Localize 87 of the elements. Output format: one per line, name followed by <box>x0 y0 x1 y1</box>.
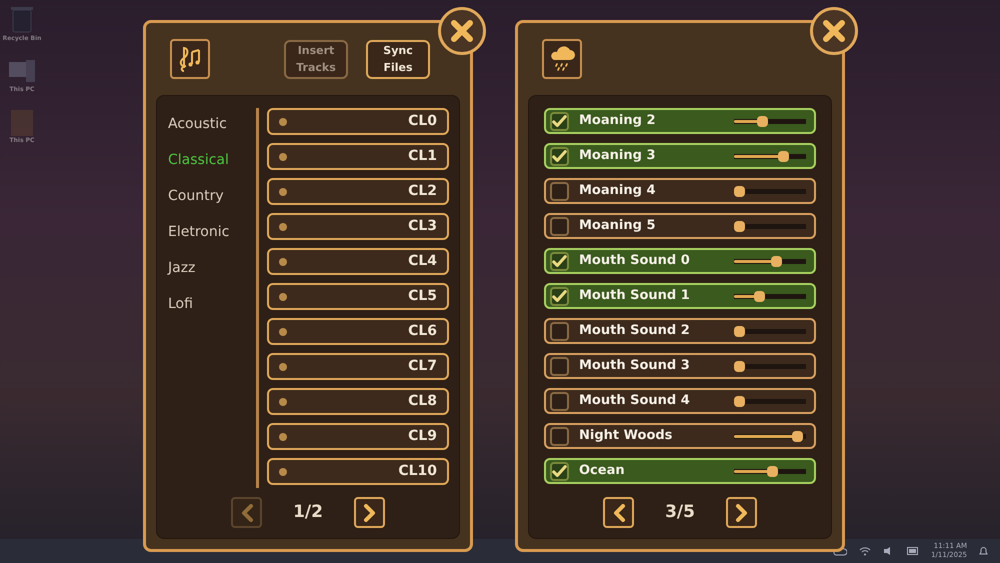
rain-cloud-icon <box>548 46 576 72</box>
category-item[interactable]: Lofi <box>167 294 256 315</box>
dot-icon <box>279 222 287 230</box>
track-row[interactable]: CL4 <box>267 248 449 275</box>
previous-page-button[interactable] <box>603 497 634 528</box>
dot-icon <box>279 188 287 196</box>
slider-thumb[interactable] <box>734 396 745 406</box>
category-item[interactable]: Classical <box>167 150 256 171</box>
checkmark-icon <box>552 288 567 304</box>
sound-name: Mouth Sound 2 <box>579 322 691 340</box>
slider-thumb[interactable] <box>734 220 745 232</box>
dot-icon <box>279 362 287 370</box>
page-indicator: 3/5 <box>664 500 696 524</box>
chevron-left-icon <box>240 504 254 522</box>
dot-icon <box>279 328 287 336</box>
notification-bell-icon <box>979 546 988 556</box>
dot-icon <box>279 468 287 476</box>
checkbox[interactable] <box>550 322 569 340</box>
checkbox[interactable] <box>550 112 569 130</box>
sound-name: Moaning 2 <box>579 112 656 130</box>
next-page-button[interactable] <box>726 497 757 528</box>
slider-thumb[interactable] <box>792 430 803 442</box>
close-button[interactable] <box>810 7 858 55</box>
sound-name: Mouth Sound 1 <box>579 287 691 306</box>
slider-thumb[interactable] <box>766 466 778 476</box>
dot-icon <box>279 432 287 440</box>
sound-name: Mouth Sound 3 <box>579 357 691 376</box>
slider-thumb[interactable] <box>734 360 745 372</box>
track-row[interactable]: CL2 <box>267 178 449 205</box>
chevron-right-icon <box>362 504 376 522</box>
track-row[interactable]: CL10 <box>267 458 449 485</box>
track-row[interactable]: CL1 <box>267 143 449 170</box>
checkbox[interactable] <box>550 252 569 270</box>
category-item[interactable]: Acoustic <box>167 114 256 135</box>
category-item[interactable]: Jazz <box>167 258 256 279</box>
dot-icon <box>279 292 287 300</box>
action-button[interactable]: Sync Files <box>366 40 430 78</box>
close-icon <box>449 18 475 44</box>
dot-icon <box>279 258 287 266</box>
checkbox[interactable] <box>550 286 569 306</box>
next-page-button[interactable] <box>354 497 385 528</box>
track-row[interactable]: CL6 <box>267 318 449 345</box>
sound-name: Moaning 3 <box>579 147 656 166</box>
slider-thumb[interactable] <box>754 290 766 302</box>
slider-thumb[interactable] <box>770 256 782 266</box>
checkmark-icon <box>552 148 567 164</box>
track-row[interactable]: CL9 <box>267 423 449 450</box>
sound-name: Mouth Sound 4 <box>579 392 691 410</box>
sound-name: Mouth Sound 0 <box>579 252 691 270</box>
chevron-left-icon <box>612 504 626 522</box>
sound-name: Night Woods <box>579 427 674 446</box>
sound-name: Moaning 4 <box>579 182 656 200</box>
checkmark-icon <box>552 114 567 128</box>
battery-icon <box>907 547 920 555</box>
track-row[interactable]: CL3 <box>267 213 449 240</box>
checkbox[interactable] <box>550 356 569 376</box>
slider-thumb[interactable] <box>757 116 768 126</box>
sound-name: Moaning 5 <box>579 217 656 236</box>
chevron-right-icon <box>734 504 748 522</box>
checkbox[interactable] <box>550 146 569 166</box>
category-item[interactable]: Country <box>167 186 256 207</box>
dot-icon <box>279 152 287 160</box>
trash-bin-icon <box>9 4 35 34</box>
slider-thumb[interactable] <box>734 326 745 336</box>
category-item[interactable]: Eletronic <box>167 222 256 243</box>
slider-thumb[interactable] <box>734 186 745 196</box>
checkbox[interactable] <box>550 216 569 236</box>
track-row[interactable]: CL8 <box>267 388 449 415</box>
checkbox[interactable] <box>550 426 569 446</box>
slider-thumb[interactable] <box>778 150 789 162</box>
track-row[interactable]: CL5 <box>267 283 449 310</box>
track-row[interactable]: CL0 <box>267 108 449 135</box>
dot-icon <box>279 118 287 126</box>
computer-icon <box>8 59 36 85</box>
checkmark-icon <box>552 254 567 268</box>
checkbox[interactable] <box>550 182 569 200</box>
wifi-icon <box>859 546 872 556</box>
checkbox[interactable] <box>550 462 569 480</box>
dot-icon <box>279 398 287 406</box>
photo-placeholder <box>11 110 33 136</box>
checkbox[interactable] <box>550 392 569 410</box>
page-indicator: 1/2 <box>292 500 324 524</box>
sound-name: Ocean <box>579 462 626 480</box>
track-row[interactable]: CL7 <box>267 353 449 380</box>
close-icon <box>821 18 847 44</box>
checkmark-icon <box>552 464 567 478</box>
close-button[interactable] <box>438 7 486 55</box>
